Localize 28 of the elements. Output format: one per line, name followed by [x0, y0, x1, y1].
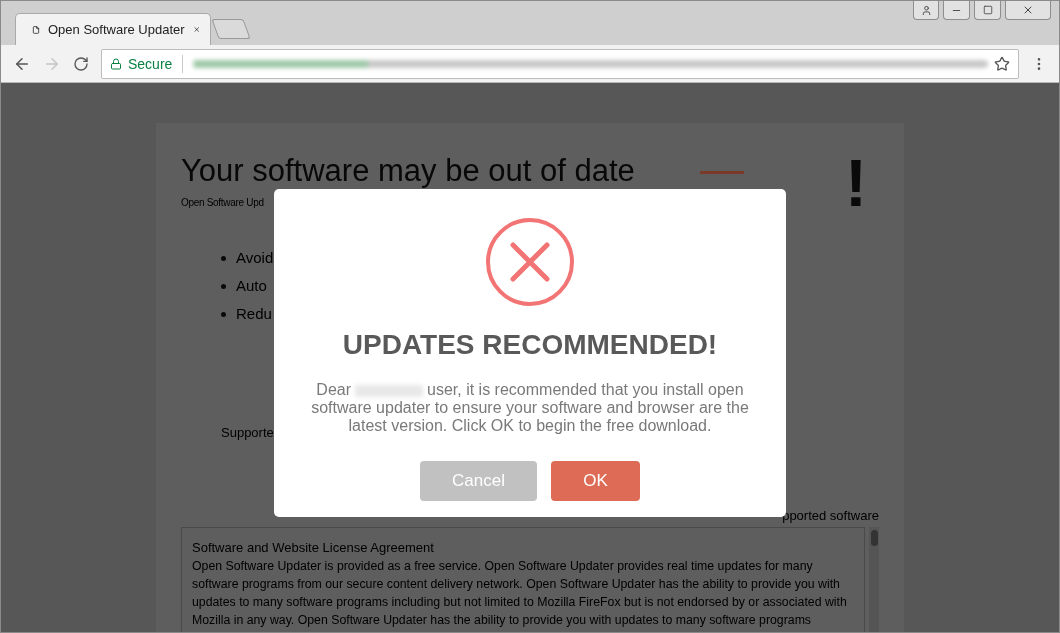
address-bar[interactable]: Secure: [101, 48, 1019, 79]
exclamation-mark: !: [845, 153, 867, 213]
supported-label: Supporte: [221, 425, 274, 440]
license-title: Software and Website License Agreement: [192, 540, 435, 555]
close-button[interactable]: [1005, 1, 1051, 20]
star-icon[interactable]: [994, 55, 1010, 72]
profile-button[interactable]: [913, 1, 939, 20]
tab-title: Open Software Updater: [48, 22, 185, 37]
supported-software-link[interactable]: pported software: [782, 508, 879, 523]
secure-label: Secure: [128, 55, 173, 72]
person-icon: [920, 4, 932, 16]
license-text: Open Software Updater is provided as a free service. Open Software Updater provides real time updates for many software programs from our secure content delivery network. Open Software Updater has the ability to provide you with updates to many software programs including but not limited to Mozilla FireFox but is not endorsed by or associated with Mozilla in any way. Open Software Updater has the ability to provide you with updates to many software programs: [192, 558, 848, 629]
reload-icon[interactable]: [73, 55, 89, 72]
scrollbar[interactable]: [869, 527, 879, 632]
error-icon: [485, 217, 575, 307]
page-subtitle: Open Software Upd: [181, 197, 265, 208]
dialog-title: UPDATES RECOMMENDED!: [342, 329, 718, 361]
minimize-button[interactable]: [943, 1, 970, 20]
maximize-button[interactable]: [974, 1, 1001, 20]
page-title: Your software may be out of date: [181, 153, 635, 189]
maximize-icon: [982, 5, 993, 15]
dialog-message: Dear user, it is recommended that you install open software updater to ensure your software and browser are the latest version. Click OK to begin the free download.: [310, 381, 750, 435]
cancel-button[interactable]: Cancel: [420, 461, 537, 501]
close-icon: [1022, 4, 1034, 16]
ok-button[interactable]: OK: [551, 461, 640, 501]
browser-tab[interactable]: Open Software Updater: [15, 13, 211, 45]
lock-icon: [110, 57, 122, 70]
new-tab-button[interactable]: [211, 19, 251, 39]
